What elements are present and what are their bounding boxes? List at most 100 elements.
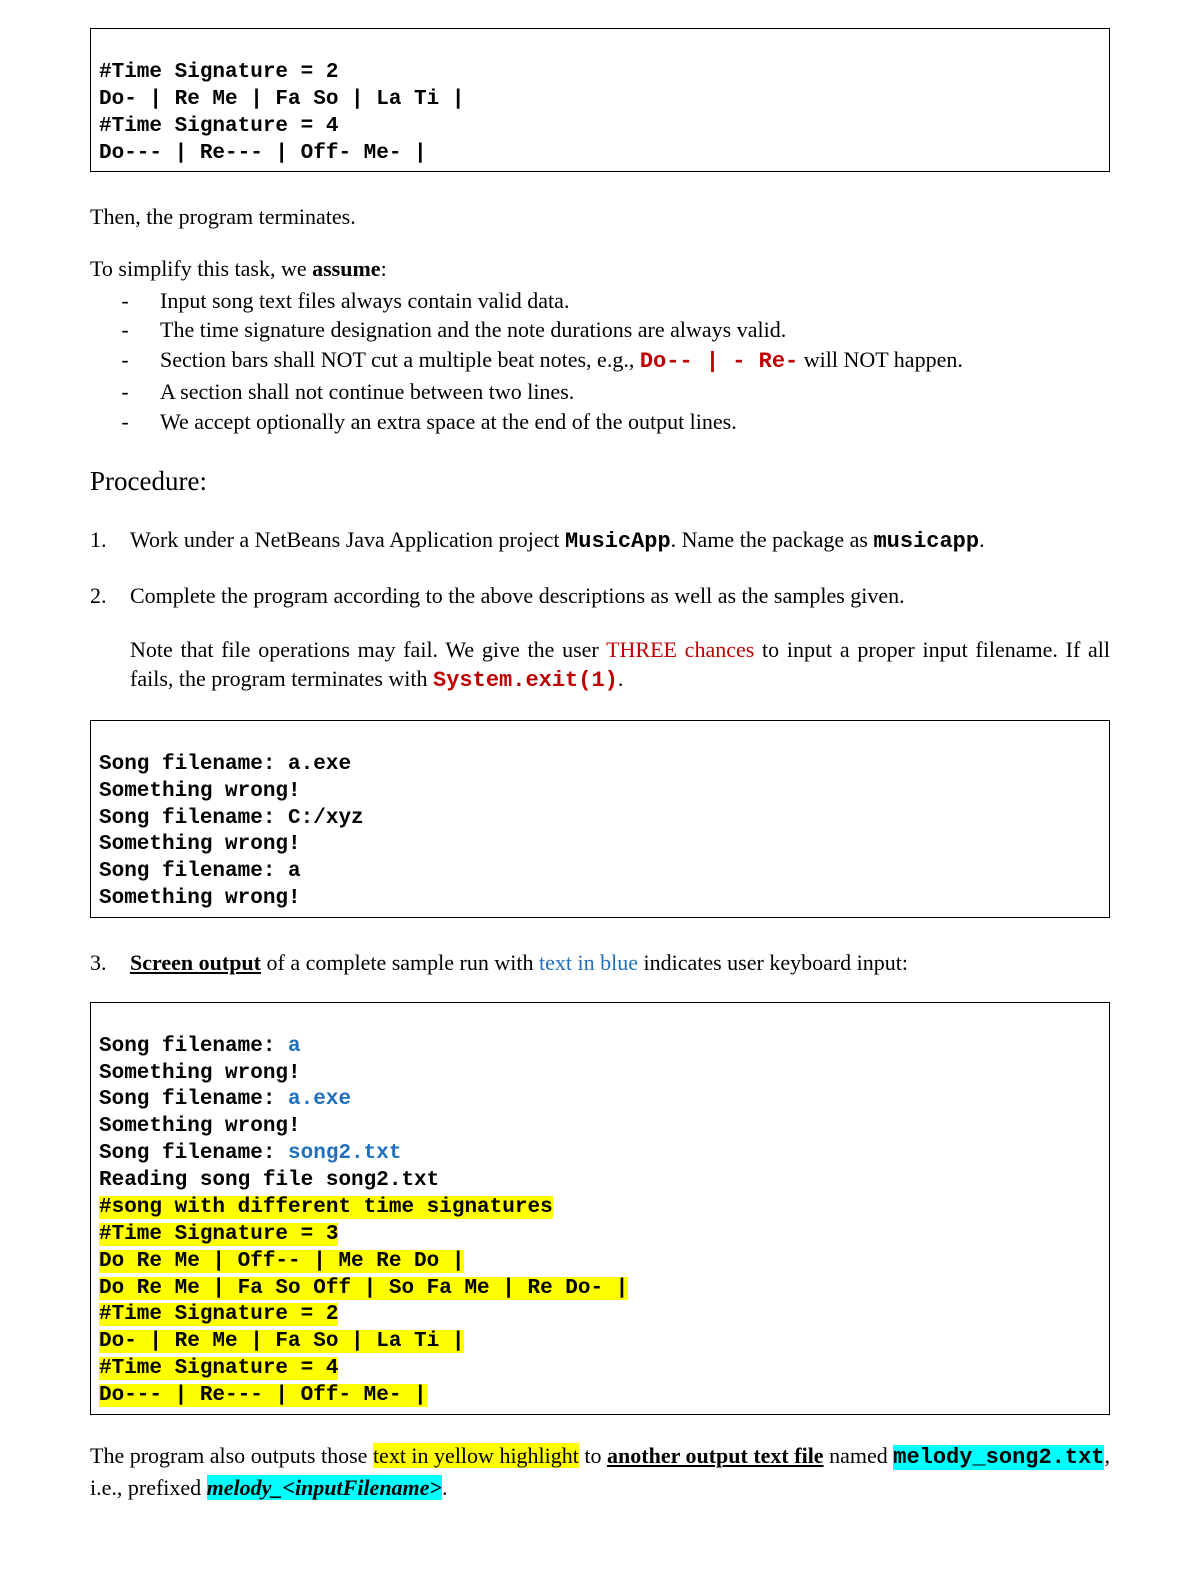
code-line-highlight: #Time Signature = 4 — [99, 1357, 338, 1380]
inline-code: System.exit(1) — [433, 668, 618, 693]
bullet-item: -Input song text files always contain va… — [90, 286, 1110, 316]
code-line: Something wrong! — [99, 887, 301, 910]
bullet-dash: - — [90, 377, 160, 407]
text: named — [824, 1443, 894, 1468]
code-line: Song filename: C:/xyz — [99, 807, 364, 830]
text: Note that file operations may fail. We g… — [130, 635, 1110, 696]
code-line: Song filename: song2.txt — [99, 1142, 401, 1165]
text: Section bars shall NOT cut a multiple be… — [160, 347, 640, 372]
bullet-dash: - — [90, 286, 160, 316]
bullet-item: -Section bars shall NOT cut a multiple b… — [90, 345, 1110, 377]
bullet-item: -The time signature designation and the … — [90, 315, 1110, 345]
text: to — [579, 1443, 607, 1468]
code-box-3: Song filename: a Something wrong! Song f… — [90, 1002, 1110, 1415]
text: : — [381, 256, 387, 281]
text-blue: a.exe — [288, 1088, 351, 1111]
text-highlight: Do Re Me | Fa So Off | So Fa Me | Re Do-… — [99, 1277, 628, 1300]
text-highlight: #Time Signature = 3 — [99, 1223, 338, 1246]
text: To simplify this task, we — [90, 256, 312, 281]
text-highlight: Do- | Re Me | Fa So | La Ti | — [99, 1330, 464, 1353]
code-line: Something wrong! — [99, 1062, 301, 1085]
code-line: Song filename: a — [99, 860, 301, 883]
text: . — [442, 1475, 448, 1500]
bullet-dash: - — [90, 407, 160, 437]
step-number: 1. — [90, 525, 130, 557]
text: Work under a NetBeans Java Application p… — [130, 527, 565, 552]
text: The program also outputs those — [90, 1443, 373, 1468]
text-underline-bold: another output text file — [607, 1443, 824, 1468]
text: Note that file operations may fail. We g… — [130, 637, 606, 662]
text-underline-bold: Screen output — [130, 950, 261, 975]
code-line: Song filename: a.exe — [99, 753, 351, 776]
inline-code: musicapp — [873, 529, 979, 554]
text: indicates user keyboard input: — [638, 950, 908, 975]
text-blue: text in blue — [539, 950, 638, 975]
text: . Name the package as — [671, 527, 874, 552]
inline-code: MusicApp — [565, 529, 671, 554]
code-line: Something wrong! — [99, 1115, 301, 1138]
code-line: Something wrong! — [99, 833, 301, 856]
code-line: #Time Signature = 4 — [99, 115, 338, 138]
bullet-text: Input song text files always contain val… — [160, 286, 1110, 316]
spacer — [130, 611, 1110, 635]
text-red: THREE chances — [606, 637, 754, 662]
code-line: Song filename: a.exe — [99, 1088, 351, 1111]
step-content: Complete the program according to the ab… — [130, 581, 1110, 696]
page: #Time Signature = 2 Do- | Re Me | Fa So … — [0, 0, 1200, 1574]
code-line-highlight: #song with different time signatures — [99, 1196, 553, 1219]
code-line: #Time Signature = 2 — [99, 61, 338, 84]
text-highlight: #Time Signature = 4 — [99, 1357, 338, 1380]
text: . — [979, 527, 985, 552]
step-number: 3. — [90, 948, 130, 978]
text: Song filename: — [99, 1035, 288, 1058]
paragraph-terminate: Then, the program terminates. — [90, 202, 1110, 232]
text-highlight: Do Re Me | Off-- | Me Re Do | — [99, 1250, 464, 1273]
bullet-text: We accept optionally an extra space at t… — [160, 407, 1110, 437]
code-line-highlight: Do Re Me | Fa So Off | So Fa Me | Re Do-… — [99, 1277, 628, 1300]
text: will NOT happen. — [798, 347, 963, 372]
inline-code-cyan: melody_song2.txt — [893, 1445, 1104, 1470]
code-line-highlight: #Time Signature = 3 — [99, 1223, 338, 1246]
procedure-heading: Procedure: — [90, 466, 1110, 497]
bullet-dash: - — [90, 345, 160, 377]
text-italic-cyan: melody_<inputFilename> — [207, 1475, 442, 1500]
code-line-highlight: Do Re Me | Off-- | Me Re Do | — [99, 1250, 464, 1273]
bullet-dash: - — [90, 315, 160, 345]
paragraph-assume: To simplify this task, we assume: — [90, 254, 1110, 284]
bullet-text: The time signature designation and the n… — [160, 315, 1110, 345]
text: Song filename: — [99, 1088, 288, 1111]
bullet-text: Section bars shall NOT cut a multiple be… — [160, 345, 1110, 377]
bullet-text: A section shall not continue between two… — [160, 377, 1110, 407]
step-content: Work under a NetBeans Java Application p… — [130, 525, 1110, 557]
step-number: 2. — [90, 581, 130, 696]
code-line-highlight: Do--- | Re--- | Off- Me- | — [99, 1384, 427, 1407]
text-highlight: #song with different time signatures — [99, 1196, 553, 1219]
text-highlight: #Time Signature = 2 — [99, 1303, 338, 1326]
assume-bullet-list: -Input song text files always contain va… — [90, 286, 1110, 436]
inline-code: Do-- | - Re- — [640, 349, 798, 374]
code-line: Do--- | Re--- | Off- Me- | — [99, 142, 427, 165]
code-line-highlight: #Time Signature = 2 — [99, 1303, 338, 1326]
code-line: Song filename: a — [99, 1035, 301, 1058]
text: . — [618, 666, 624, 691]
procedure-step-2: 2. Complete the program according to the… — [90, 581, 1110, 696]
text: Complete the program according to the ab… — [130, 581, 1110, 611]
final-paragraph: The program also outputs those text in y… — [90, 1441, 1110, 1502]
text-blue: a — [288, 1035, 301, 1058]
code-line: Reading song file song2.txt — [99, 1169, 439, 1192]
text-blue: song2.txt — [288, 1142, 401, 1165]
step-content: Screen output of a complete sample run w… — [130, 948, 1110, 978]
bullet-item: -A section shall not continue between tw… — [90, 377, 1110, 407]
procedure-step-3: 3. Screen output of a complete sample ru… — [90, 948, 1110, 978]
text-bold: assume — [312, 256, 380, 281]
code-box-1: #Time Signature = 2 Do- | Re Me | Fa So … — [90, 28, 1110, 172]
text-yellow-highlight: text in yellow highlight — [373, 1443, 579, 1468]
code-box-2: Song filename: a.exe Something wrong! So… — [90, 720, 1110, 918]
code-line-highlight: Do- | Re Me | Fa So | La Ti | — [99, 1330, 464, 1353]
bullet-item: -We accept optionally an extra space at … — [90, 407, 1110, 437]
text: Song filename: — [99, 1142, 288, 1165]
code-line: Something wrong! — [99, 780, 301, 803]
code-line: Do- | Re Me | Fa So | La Ti | — [99, 88, 464, 111]
text: of a complete sample run with — [261, 950, 539, 975]
text-highlight: Do--- | Re--- | Off- Me- | — [99, 1384, 427, 1407]
